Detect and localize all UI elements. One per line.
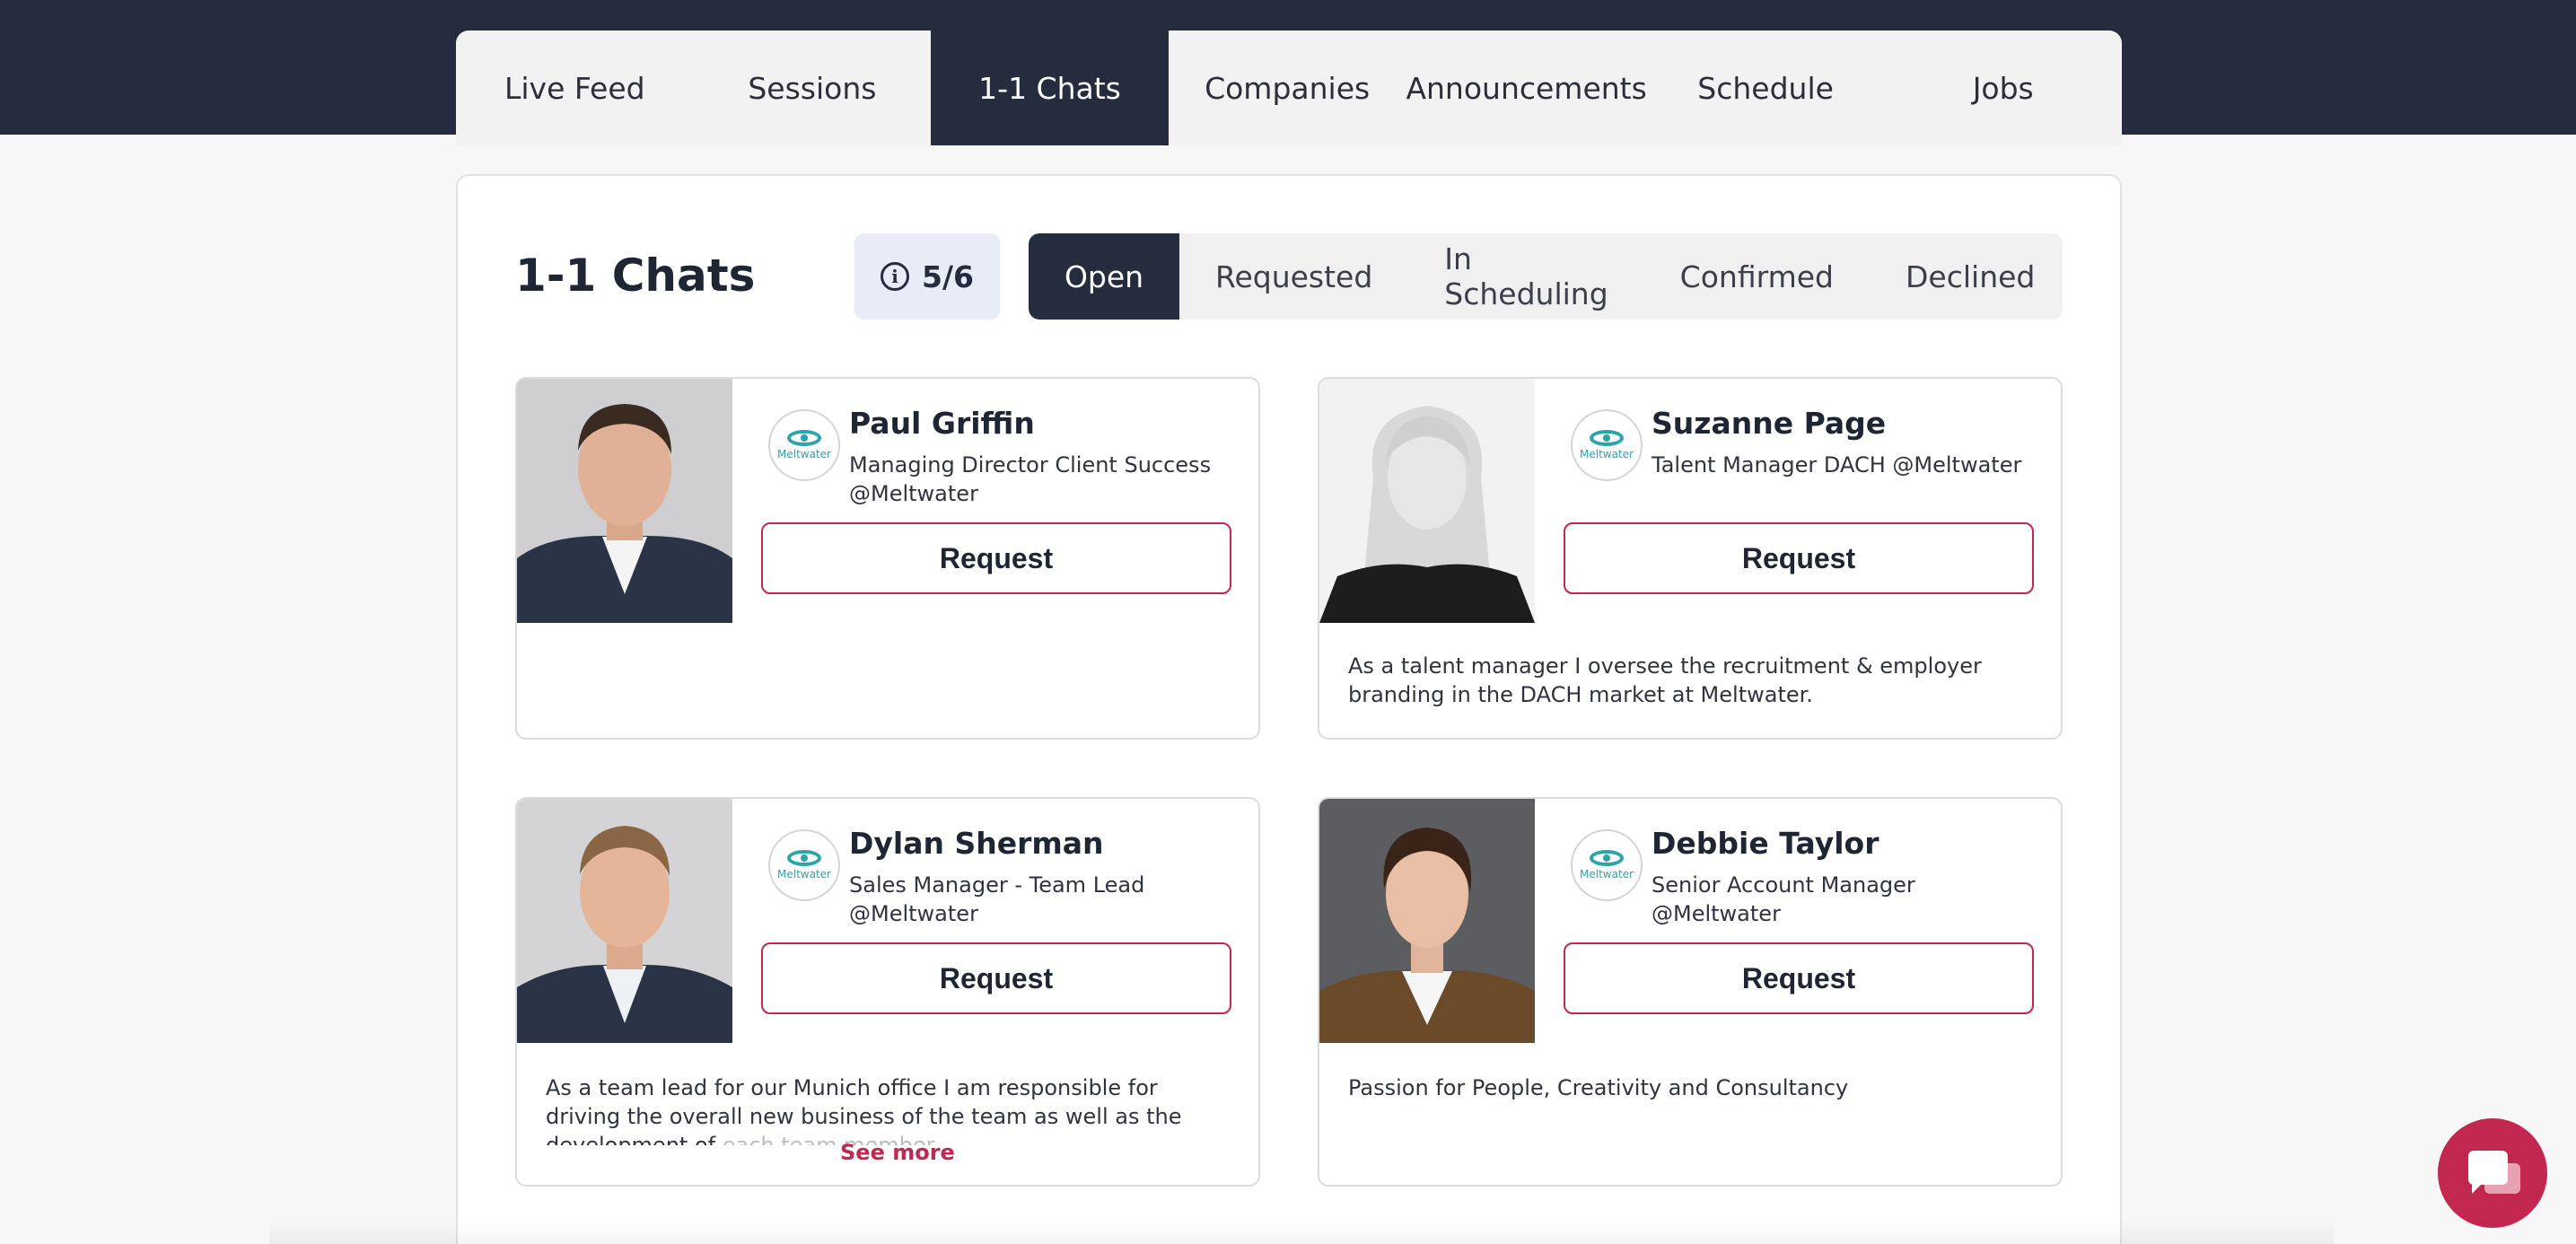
- scroll-shadow: [269, 1221, 2334, 1244]
- person-card: Meltwater Dylan Sherman Sales Manager - …: [515, 797, 1260, 1187]
- person-photo: [517, 799, 732, 1043]
- tab-companies[interactable]: Companies: [1169, 31, 1406, 145]
- tab-schedule[interactable]: Schedule: [1647, 31, 1885, 145]
- person-role: Sales Manager - Team Lead @Meltwater: [849, 872, 1145, 926]
- meltwater-eye-icon: [1590, 430, 1624, 446]
- person-card: Meltwater Debbie Taylor Senior Account M…: [1318, 797, 2063, 1187]
- tab-live-feed[interactable]: Live Feed: [456, 31, 694, 145]
- chat-quota-count: 5/6: [922, 258, 974, 294]
- person-name: Suzanne Page: [1652, 406, 1887, 441]
- company-logo: Meltwater: [1571, 829, 1643, 901]
- person-name: Paul Griffin: [849, 406, 1035, 441]
- main-nav-tabs: Live Feed Sessions 1-1 Chats Companies A…: [456, 31, 2122, 145]
- person-name: Dylan Sherman: [849, 826, 1104, 861]
- meltwater-eye-icon: [787, 430, 821, 446]
- company-logo-text: Meltwater: [777, 868, 831, 880]
- company-logo-text: Meltwater: [1580, 448, 1634, 460]
- company-logo: Meltwater: [768, 829, 840, 901]
- company-logo-text: Meltwater: [777, 448, 831, 460]
- chat-quota-badge[interactable]: i 5/6: [854, 233, 1000, 320]
- request-button[interactable]: Request: [1564, 522, 2034, 594]
- person-role: Talent Manager DACH @Meltwater: [1652, 452, 2022, 477]
- meltwater-eye-icon: [1590, 850, 1624, 866]
- company-logo-text: Meltwater: [1580, 868, 1634, 880]
- tab-jobs[interactable]: Jobs: [1884, 31, 2122, 145]
- meltwater-eye-icon: [787, 850, 821, 866]
- person-card: Meltwater Suzanne Page Talent Manager DA…: [1318, 377, 2063, 740]
- see-more-link[interactable]: See more: [840, 1140, 955, 1165]
- request-button[interactable]: Request: [761, 942, 1231, 1014]
- page-title: 1-1 Chats: [515, 250, 756, 302]
- person-photo: [1319, 799, 1535, 1043]
- person-bio: As a talent manager I oversee the recrui…: [1348, 653, 1982, 707]
- chat-bubble-icon: [2468, 1151, 2520, 1196]
- person-role: Senior Account Manager @Meltwater: [1652, 872, 1915, 926]
- request-button[interactable]: Request: [761, 522, 1231, 594]
- tab-sessions[interactable]: Sessions: [694, 31, 932, 145]
- person-photo: [1319, 379, 1535, 623]
- tab-announcements[interactable]: Announcements: [1406, 31, 1646, 145]
- chat-launcher-button[interactable]: [2438, 1118, 2547, 1228]
- filter-declined[interactable]: Declined: [1870, 233, 2063, 320]
- person-bio: As a team lead for our Munich office I a…: [546, 1073, 1237, 1145]
- filter-open[interactable]: Open: [1029, 233, 1179, 320]
- status-filter-group: Open Requested In Scheduling Confirmed D…: [1029, 233, 2063, 320]
- person-card: Meltwater Paul Griffin Managing Director…: [515, 377, 1260, 740]
- request-button[interactable]: Request: [1564, 942, 2034, 1014]
- company-logo: Meltwater: [1571, 409, 1643, 481]
- filter-in-scheduling[interactable]: In Scheduling: [1408, 233, 1643, 320]
- person-name: Debbie Taylor: [1652, 826, 1879, 861]
- filter-confirmed[interactable]: Confirmed: [1644, 233, 1870, 320]
- filter-requested[interactable]: Requested: [1179, 233, 1408, 320]
- person-photo: [517, 379, 732, 623]
- info-icon: i: [881, 262, 909, 291]
- person-role: Managing Director Client Success @Meltwa…: [849, 452, 1212, 506]
- tab-1-1-chats[interactable]: 1-1 Chats: [931, 31, 1169, 145]
- person-bio: Passion for People, Creativity and Consu…: [1348, 1075, 1849, 1100]
- company-logo: Meltwater: [768, 409, 840, 481]
